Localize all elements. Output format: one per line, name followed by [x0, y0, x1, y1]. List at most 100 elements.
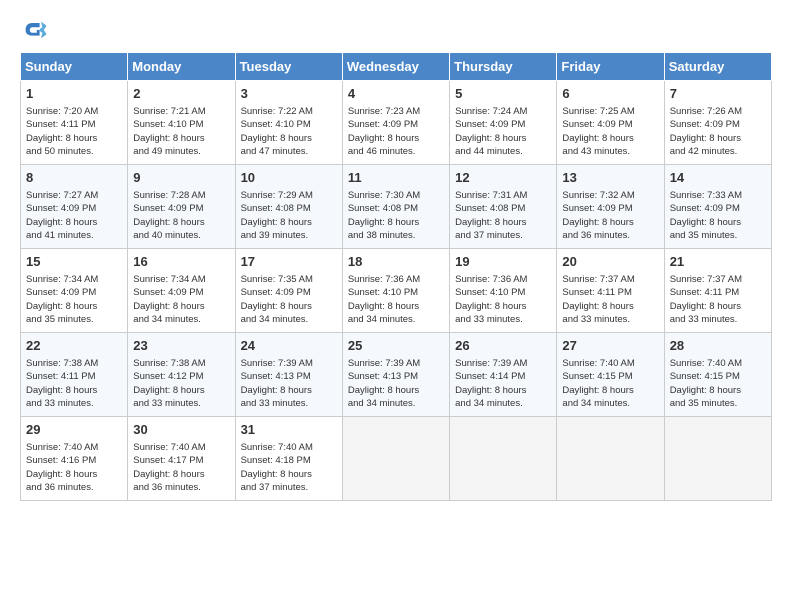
day-number: 19	[455, 253, 552, 271]
day-number: 2	[133, 85, 230, 103]
day-info-line: Daylight: 8 hours	[348, 216, 445, 229]
calendar-header: SundayMondayTuesdayWednesdayThursdayFrid…	[21, 53, 772, 81]
calendar-day-cell: 6Sunrise: 7:25 AMSunset: 4:09 PMDaylight…	[557, 81, 664, 165]
day-info-line: Sunrise: 7:40 AM	[133, 441, 230, 454]
calendar-day-cell: 23Sunrise: 7:38 AMSunset: 4:12 PMDayligh…	[128, 333, 235, 417]
day-info-line: Sunset: 4:08 PM	[348, 202, 445, 215]
day-info-line: Daylight: 8 hours	[562, 300, 659, 313]
day-info-line: and 35 minutes.	[670, 397, 767, 410]
day-info-line: and 35 minutes.	[670, 229, 767, 242]
calendar-day-cell: 26Sunrise: 7:39 AMSunset: 4:14 PMDayligh…	[450, 333, 557, 417]
day-info-line: Daylight: 8 hours	[348, 132, 445, 145]
day-info-line: Sunrise: 7:24 AM	[455, 105, 552, 118]
day-info-line: Sunset: 4:10 PM	[241, 118, 338, 131]
day-info-line: and 49 minutes.	[133, 145, 230, 158]
calendar-day-cell: 7Sunrise: 7:26 AMSunset: 4:09 PMDaylight…	[664, 81, 771, 165]
day-number: 10	[241, 169, 338, 187]
day-info-line: Daylight: 8 hours	[26, 216, 123, 229]
day-info-line: and 33 minutes.	[455, 313, 552, 326]
day-info-line: Daylight: 8 hours	[670, 216, 767, 229]
day-info-line: and 33 minutes.	[562, 313, 659, 326]
day-info-line: and 50 minutes.	[26, 145, 123, 158]
day-info-line: Daylight: 8 hours	[241, 300, 338, 313]
day-info-line: and 34 minutes.	[455, 397, 552, 410]
day-number: 11	[348, 169, 445, 187]
header	[20, 16, 772, 44]
day-info-line: Daylight: 8 hours	[670, 384, 767, 397]
day-info-line: Daylight: 8 hours	[26, 468, 123, 481]
day-info-line: and 33 minutes.	[26, 397, 123, 410]
day-number: 7	[670, 85, 767, 103]
calendar-day-cell: 16Sunrise: 7:34 AMSunset: 4:09 PMDayligh…	[128, 249, 235, 333]
day-info-line: Sunset: 4:09 PM	[455, 118, 552, 131]
day-info-line: and 36 minutes.	[562, 229, 659, 242]
day-info-line: Sunrise: 7:33 AM	[670, 189, 767, 202]
calendar-day-cell: 13Sunrise: 7:32 AMSunset: 4:09 PMDayligh…	[557, 165, 664, 249]
calendar-day-cell: 30Sunrise: 7:40 AMSunset: 4:17 PMDayligh…	[128, 417, 235, 501]
day-info-line: and 46 minutes.	[348, 145, 445, 158]
calendar-day-cell	[664, 417, 771, 501]
calendar-table: SundayMondayTuesdayWednesdayThursdayFrid…	[20, 52, 772, 501]
calendar-day-cell	[450, 417, 557, 501]
day-info-line: and 34 minutes.	[348, 313, 445, 326]
day-info-line: Sunset: 4:16 PM	[26, 454, 123, 467]
day-info-line: Sunrise: 7:35 AM	[241, 273, 338, 286]
day-number: 16	[133, 253, 230, 271]
day-info-line: Sunrise: 7:39 AM	[348, 357, 445, 370]
day-info-line: Sunset: 4:09 PM	[133, 202, 230, 215]
day-info-line: Sunrise: 7:37 AM	[562, 273, 659, 286]
day-info-line: Sunrise: 7:29 AM	[241, 189, 338, 202]
day-info-line: and 34 minutes.	[348, 397, 445, 410]
day-info-line: Sunrise: 7:38 AM	[133, 357, 230, 370]
day-info-line: Sunrise: 7:39 AM	[241, 357, 338, 370]
day-info-line: Sunset: 4:09 PM	[133, 286, 230, 299]
day-info-line: Daylight: 8 hours	[562, 132, 659, 145]
day-info-line: Sunset: 4:11 PM	[26, 118, 123, 131]
day-number: 26	[455, 337, 552, 355]
day-info-line: Daylight: 8 hours	[348, 300, 445, 313]
day-info-line: Daylight: 8 hours	[455, 384, 552, 397]
day-info-line: and 44 minutes.	[455, 145, 552, 158]
day-number: 14	[670, 169, 767, 187]
day-info-line: Sunrise: 7:37 AM	[670, 273, 767, 286]
day-of-week-header: Saturday	[664, 53, 771, 81]
calendar-day-cell: 15Sunrise: 7:34 AMSunset: 4:09 PMDayligh…	[21, 249, 128, 333]
day-info-line: Sunrise: 7:27 AM	[26, 189, 123, 202]
calendar-day-cell: 12Sunrise: 7:31 AMSunset: 4:08 PMDayligh…	[450, 165, 557, 249]
calendar-week-row: 1Sunrise: 7:20 AMSunset: 4:11 PMDaylight…	[21, 81, 772, 165]
calendar-day-cell: 8Sunrise: 7:27 AMSunset: 4:09 PMDaylight…	[21, 165, 128, 249]
day-number: 25	[348, 337, 445, 355]
calendar-day-cell: 18Sunrise: 7:36 AMSunset: 4:10 PMDayligh…	[342, 249, 449, 333]
calendar-day-cell: 25Sunrise: 7:39 AMSunset: 4:13 PMDayligh…	[342, 333, 449, 417]
day-info-line: Daylight: 8 hours	[455, 132, 552, 145]
day-number: 5	[455, 85, 552, 103]
day-info-line: Daylight: 8 hours	[670, 132, 767, 145]
day-info-line: Sunrise: 7:36 AM	[455, 273, 552, 286]
calendar-day-cell: 1Sunrise: 7:20 AMSunset: 4:11 PMDaylight…	[21, 81, 128, 165]
day-info-line: Daylight: 8 hours	[562, 216, 659, 229]
day-number: 4	[348, 85, 445, 103]
day-info-line: and 36 minutes.	[133, 481, 230, 494]
calendar-day-cell: 4Sunrise: 7:23 AMSunset: 4:09 PMDaylight…	[342, 81, 449, 165]
calendar-day-cell: 11Sunrise: 7:30 AMSunset: 4:08 PMDayligh…	[342, 165, 449, 249]
day-number: 15	[26, 253, 123, 271]
day-number: 23	[133, 337, 230, 355]
calendar-week-row: 22Sunrise: 7:38 AMSunset: 4:11 PMDayligh…	[21, 333, 772, 417]
page: SundayMondayTuesdayWednesdayThursdayFrid…	[0, 0, 792, 612]
day-number: 9	[133, 169, 230, 187]
day-number: 21	[670, 253, 767, 271]
day-info-line: Sunset: 4:13 PM	[348, 370, 445, 383]
day-number: 30	[133, 421, 230, 439]
day-info-line: and 34 minutes.	[241, 313, 338, 326]
day-info-line: and 34 minutes.	[562, 397, 659, 410]
calendar-week-row: 8Sunrise: 7:27 AMSunset: 4:09 PMDaylight…	[21, 165, 772, 249]
calendar-day-cell: 22Sunrise: 7:38 AMSunset: 4:11 PMDayligh…	[21, 333, 128, 417]
day-number: 12	[455, 169, 552, 187]
day-of-week-header: Tuesday	[235, 53, 342, 81]
calendar-day-cell: 27Sunrise: 7:40 AMSunset: 4:15 PMDayligh…	[557, 333, 664, 417]
day-info-line: and 37 minutes.	[455, 229, 552, 242]
day-info-line: Sunrise: 7:20 AM	[26, 105, 123, 118]
day-info-line: Sunrise: 7:21 AM	[133, 105, 230, 118]
day-info-line: Sunset: 4:11 PM	[26, 370, 123, 383]
day-info-line: Sunset: 4:09 PM	[26, 286, 123, 299]
